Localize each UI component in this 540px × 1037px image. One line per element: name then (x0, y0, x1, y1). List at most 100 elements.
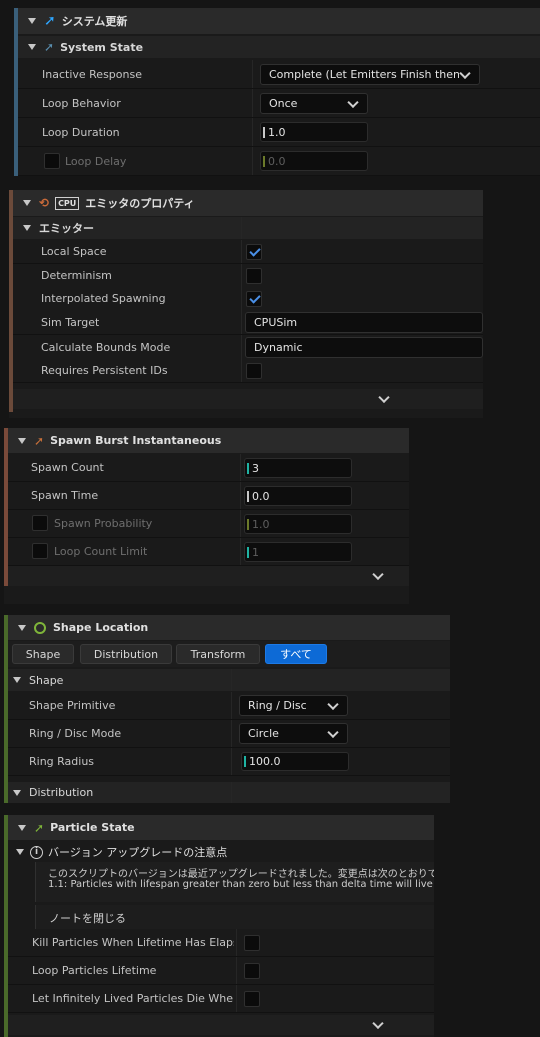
distribution-section[interactable]: Distribution (8, 782, 450, 803)
upgrade-note-title: バージョン アップグレードの注意点 (48, 846, 228, 859)
spawn-burst-header[interactable]: ➚ Spawn Burst Instantaneous (8, 428, 409, 453)
particle-arrow-icon: ➚ (34, 820, 45, 835)
system-state-section[interactable]: ➚ System State (18, 36, 540, 58)
particle-expand-more[interactable] (8, 1015, 434, 1035)
local-space-label: Local Space (41, 245, 107, 258)
emitter-section[interactable]: エミッター (13, 217, 483, 239)
inactive-response-label: Inactive Response (42, 67, 142, 81)
shape-ring-icon (34, 621, 46, 634)
tab-distribution[interactable]: Distribution (80, 644, 172, 664)
loop-count-limit-checkbox[interactable] (32, 543, 48, 559)
spawn-probability-row: Spawn Probability 1.0 (8, 510, 409, 538)
emitter-properties-panel: ⟲ CPU エミッタのプロパティ エミッター Local Space Deter… (9, 190, 483, 418)
spawn-probability-input[interactable]: 1.0 (244, 514, 352, 534)
close-note-button[interactable]: ノートを閉じる (49, 910, 126, 926)
particle-state-header[interactable]: ➚ Particle State (8, 815, 434, 840)
collapse-triangle-icon[interactable] (18, 824, 26, 831)
loop-behavior-label: Loop Behavior (42, 96, 121, 110)
shape-primitive-label: Shape Primitive (29, 699, 116, 712)
local-space-checkbox[interactable] (246, 244, 262, 260)
chevron-down-icon (372, 1017, 384, 1030)
sim-target-row: Sim Target CPUSim (13, 310, 483, 335)
ring-disc-mode-row: Ring / Disc Mode Circle (8, 720, 450, 748)
infinitely-lived-checkbox[interactable] (244, 991, 260, 1007)
kill-particles-checkbox[interactable] (244, 935, 260, 951)
shape-location-header[interactable]: Shape Location (8, 615, 450, 640)
chevron-down-icon (347, 96, 359, 108)
loop-delay-checkbox[interactable] (44, 153, 60, 169)
spawn-expand-more[interactable] (8, 566, 409, 586)
ring-radius-input[interactable]: 100.0 (241, 752, 349, 771)
collapse-triangle-icon[interactable] (18, 437, 26, 444)
shape-tabs-bar: Shape Distribution Transform すべて (8, 641, 450, 667)
spawn-arrow-icon: ➚ (34, 433, 45, 448)
interpolated-spawning-row: Interpolated Spawning (13, 287, 483, 311)
shape-location-title: Shape Location (53, 621, 149, 634)
loop-duration-label: Loop Duration (42, 125, 120, 139)
requires-persistent-ids-checkbox[interactable] (246, 363, 262, 379)
chevron-down-icon (378, 391, 390, 404)
shape-section[interactable]: Shape (8, 669, 450, 691)
system-update-panel: ➚ システム更新 ➚ System State Inactive Respons… (14, 8, 540, 176)
loop-duration-row: Loop Duration 1.0 (18, 118, 540, 147)
tab-all[interactable]: すべて (265, 644, 327, 664)
determinism-checkbox[interactable] (246, 268, 262, 284)
emitter-link-icon: ⟲ (39, 196, 50, 210)
upgrade-note-header[interactable]: i バージョン アップグレードの注意点 (8, 842, 434, 862)
loop-count-limit-label: Loop Count Limit (54, 545, 148, 558)
chevron-down-icon (327, 726, 339, 738)
ring-disc-mode-label: Ring / Disc Mode (29, 727, 122, 740)
collapse-triangle-icon[interactable] (13, 677, 21, 683)
shape-section-title: Shape (29, 673, 64, 687)
spawn-count-input[interactable]: 3 (244, 458, 352, 478)
sim-target-dropdown[interactable]: CPUSim (245, 312, 483, 333)
determinism-label: Determinism (41, 269, 112, 282)
cpu-badge: CPU (55, 196, 80, 210)
spawn-time-row: Spawn Time 0.0 (8, 482, 409, 510)
loop-duration-input[interactable]: 1.0 (260, 122, 368, 142)
collapse-triangle-icon[interactable] (23, 225, 31, 231)
blue-arrow-icon: ➚ (44, 13, 56, 29)
spawn-probability-checkbox[interactable] (32, 515, 48, 531)
collapse-triangle-icon[interactable] (18, 624, 26, 631)
loop-particles-lifetime-checkbox[interactable] (244, 963, 260, 979)
inactive-response-dropdown[interactable]: Complete (Let Emitters Finish then Kill … (260, 64, 480, 85)
requires-persistent-ids-row: Requires Persistent IDs (13, 359, 483, 383)
emitter-properties-header[interactable]: ⟲ CPU エミッタのプロパティ (13, 190, 483, 216)
spawn-time-input[interactable]: 0.0 (244, 486, 352, 506)
collapse-triangle-icon[interactable] (28, 18, 36, 24)
loop-behavior-row: Loop Behavior Once (18, 89, 540, 118)
emitter-properties-title: エミッタのプロパティ (85, 197, 195, 210)
distribution-section-title: Distribution (29, 786, 94, 799)
shape-primitive-dropdown[interactable]: Ring / Disc (239, 695, 348, 716)
spawn-burst-panel: ➚ Spawn Burst Instantaneous Spawn Count … (4, 428, 409, 604)
collapse-triangle-icon[interactable] (23, 200, 31, 206)
loop-particles-lifetime-label: Loop Particles Lifetime (32, 964, 157, 977)
upgrade-note-body: このスクリプトのバージョンは最近アップグレードされました。変更点は次のとおりです… (35, 862, 434, 902)
collapse-triangle-icon[interactable] (28, 44, 36, 50)
calculate-bounds-mode-dropdown[interactable]: Dynamic (245, 337, 483, 358)
spawn-probability-label: Spawn Probability (54, 517, 153, 530)
loop-particles-lifetime-row: Loop Particles Lifetime (8, 957, 434, 985)
interpolated-spawning-checkbox[interactable] (246, 291, 262, 307)
loop-count-limit-row: Loop Count Limit 1 (8, 538, 409, 566)
loop-count-limit-input[interactable]: 1 (244, 542, 352, 562)
loop-behavior-dropdown[interactable]: Once (260, 93, 368, 114)
kill-particles-label: Kill Particles When Lifetime Has Elapsed (32, 936, 234, 949)
system-update-header[interactable]: ➚ システム更新 (18, 8, 540, 34)
loop-delay-input[interactable]: 0.0 (260, 151, 368, 171)
ring-radius-label: Ring Radius (29, 755, 95, 768)
interpolated-spawning-label: Interpolated Spawning (41, 292, 166, 305)
collapse-triangle-icon[interactable] (16, 849, 24, 855)
ring-disc-mode-dropdown[interactable]: Circle (239, 723, 348, 744)
tab-shape[interactable]: Shape (12, 644, 74, 664)
particle-state-title: Particle State (50, 821, 135, 834)
shape-location-panel: Shape Location Shape Distribution Transf… (4, 615, 450, 803)
tab-transform[interactable]: Transform (176, 644, 260, 664)
chevron-down-icon (327, 698, 339, 710)
collapse-triangle-icon[interactable] (13, 789, 21, 796)
loop-delay-row: Loop Delay 0.0 (18, 147, 540, 176)
upgrade-note-line2: 1.1: Particles with lifespan greater tha… (48, 879, 434, 890)
emitter-expand-more[interactable] (13, 389, 483, 409)
requires-persistent-ids-label: Requires Persistent IDs (41, 364, 168, 377)
